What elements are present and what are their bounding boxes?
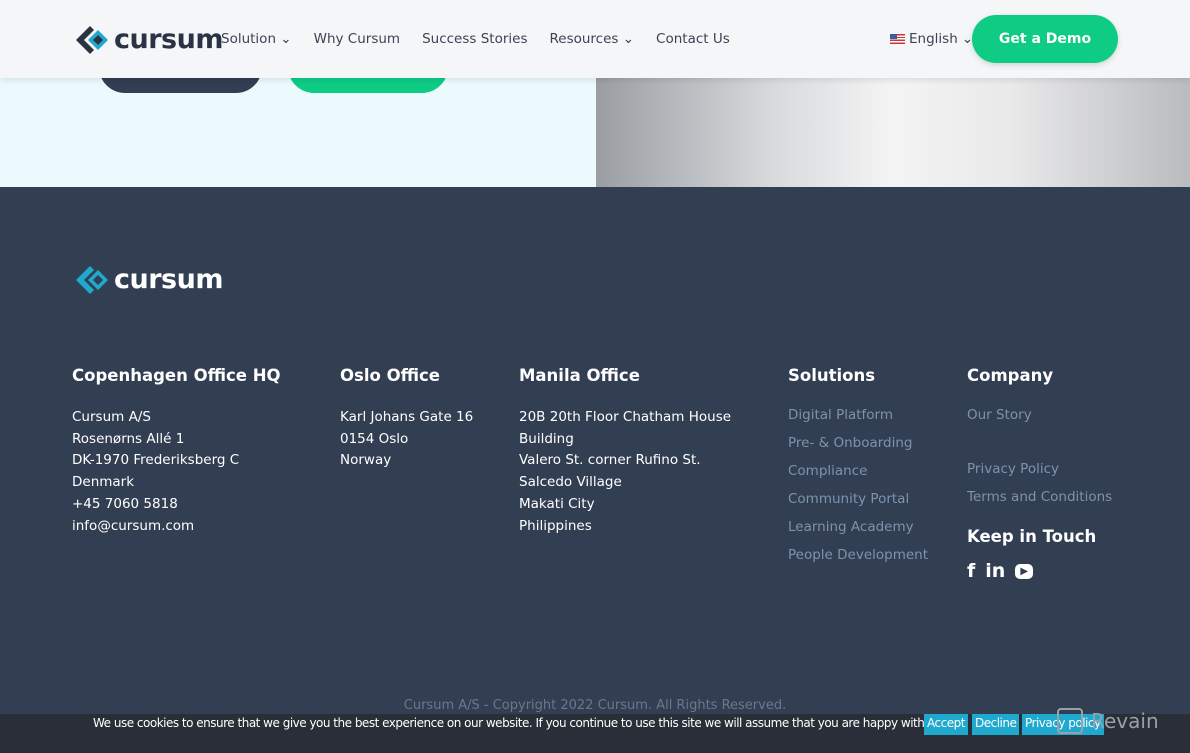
logo-text: cursum bbox=[114, 24, 223, 55]
language-selector[interactable]: English ⌄ bbox=[890, 31, 973, 47]
column-title: Oslo Office bbox=[340, 366, 440, 385]
cookie-banner: We use cookies to ensure that we give yo… bbox=[0, 714, 1190, 753]
address-line: Rosenørns Allé 1 bbox=[72, 430, 185, 447]
get-demo-button[interactable]: Get a Demo bbox=[972, 15, 1118, 63]
linkedin-icon[interactable]: in bbox=[985, 560, 1005, 582]
nav-contact-us[interactable]: Contact Us bbox=[656, 31, 730, 47]
company-column: Company Our Story Privacy Policy Terms a… bbox=[967, 366, 1112, 582]
address-line: 20B 20th Floor Chatham House bbox=[519, 409, 732, 425]
address-line: Valero St. corner Rufino St. bbox=[519, 452, 701, 469]
link-privacy-policy[interactable]: Privacy Policy bbox=[967, 461, 1112, 477]
link-people-development[interactable]: People Development bbox=[788, 547, 928, 563]
address-line: Norway bbox=[340, 452, 392, 469]
logo-icon bbox=[76, 265, 108, 294]
youtube-icon[interactable]: ▶ bbox=[1015, 563, 1034, 579]
us-flag-icon bbox=[890, 34, 905, 44]
logo-icon bbox=[76, 25, 108, 54]
cookie-message: We use cookies to ensure that we give yo… bbox=[93, 716, 939, 730]
logo[interactable]: cursum bbox=[76, 24, 223, 55]
link-onboarding[interactable]: Pre- & Onboarding bbox=[788, 435, 928, 451]
logo-text: cursum bbox=[114, 264, 223, 295]
nav-solution[interactable]: Solution ⌄ bbox=[221, 31, 292, 47]
revain-icon bbox=[1057, 708, 1083, 734]
solutions-column: Solutions Digital Platform Pre- & Onboar… bbox=[788, 366, 928, 575]
address-line: DK-1970 Frederiksberg C bbox=[72, 452, 240, 469]
language-label: English bbox=[909, 31, 958, 47]
copyright: Cursum A/S - Copyright 2022 Cursum. All … bbox=[403, 698, 787, 713]
column-title: Company bbox=[967, 366, 1054, 385]
column-title: Solutions bbox=[788, 366, 876, 385]
phone[interactable]: +45 7060 5818 bbox=[72, 494, 281, 516]
watermark-text: Revain bbox=[1091, 709, 1159, 733]
link-terms[interactable]: Terms and Conditions bbox=[967, 489, 1112, 505]
facebook-icon[interactable]: f bbox=[967, 560, 975, 582]
address-line: Makati City bbox=[519, 495, 595, 512]
address-line: Denmark bbox=[72, 474, 135, 491]
copenhagen-office: Copenhagen Office HQ Cursum A/S Rosenørn… bbox=[72, 366, 281, 537]
link-learning-academy[interactable]: Learning Academy bbox=[788, 519, 928, 535]
top-nav: cursum Solution ⌄ Why Cursum Success Sto… bbox=[0, 0, 1190, 78]
keep-in-touch-title: Keep in Touch bbox=[967, 527, 1097, 546]
address-line: Karl Johans Gate 16 bbox=[340, 409, 474, 425]
address-line: Cursum A/S bbox=[72, 409, 151, 425]
footer-logo[interactable]: cursum bbox=[76, 264, 223, 295]
address-line: Building bbox=[519, 430, 574, 447]
manila-office: Manila Office 20B 20th Floor Chatham Hou… bbox=[519, 366, 731, 537]
nav-resources[interactable]: Resources ⌄ bbox=[549, 31, 634, 47]
column-title: Manila Office bbox=[519, 366, 640, 385]
address-line: 0154 Oslo bbox=[340, 430, 409, 447]
nav-success-stories[interactable]: Success Stories bbox=[422, 31, 527, 47]
address-line: Salcedo Village bbox=[519, 474, 622, 491]
decline-button[interactable]: Decline bbox=[972, 714, 1020, 735]
link-digital-platform[interactable]: Digital Platform bbox=[788, 407, 928, 423]
oslo-office: Oslo Office Karl Johans Gate 16 0154 Osl… bbox=[340, 366, 473, 472]
accept-button[interactable]: Accept bbox=[924, 714, 968, 735]
column-title: Copenhagen Office HQ bbox=[72, 366, 281, 385]
link-community-portal[interactable]: Community Portal bbox=[788, 491, 928, 507]
link-compliance[interactable]: Compliance bbox=[788, 463, 928, 479]
email[interactable]: info@cursum.com bbox=[72, 516, 281, 538]
revain-watermark: Revain bbox=[1057, 708, 1159, 734]
nav-why-cursum[interactable]: Why Cursum bbox=[314, 31, 400, 47]
link-our-story[interactable]: Our Story bbox=[967, 407, 1112, 423]
address-line: Philippines bbox=[519, 517, 592, 534]
